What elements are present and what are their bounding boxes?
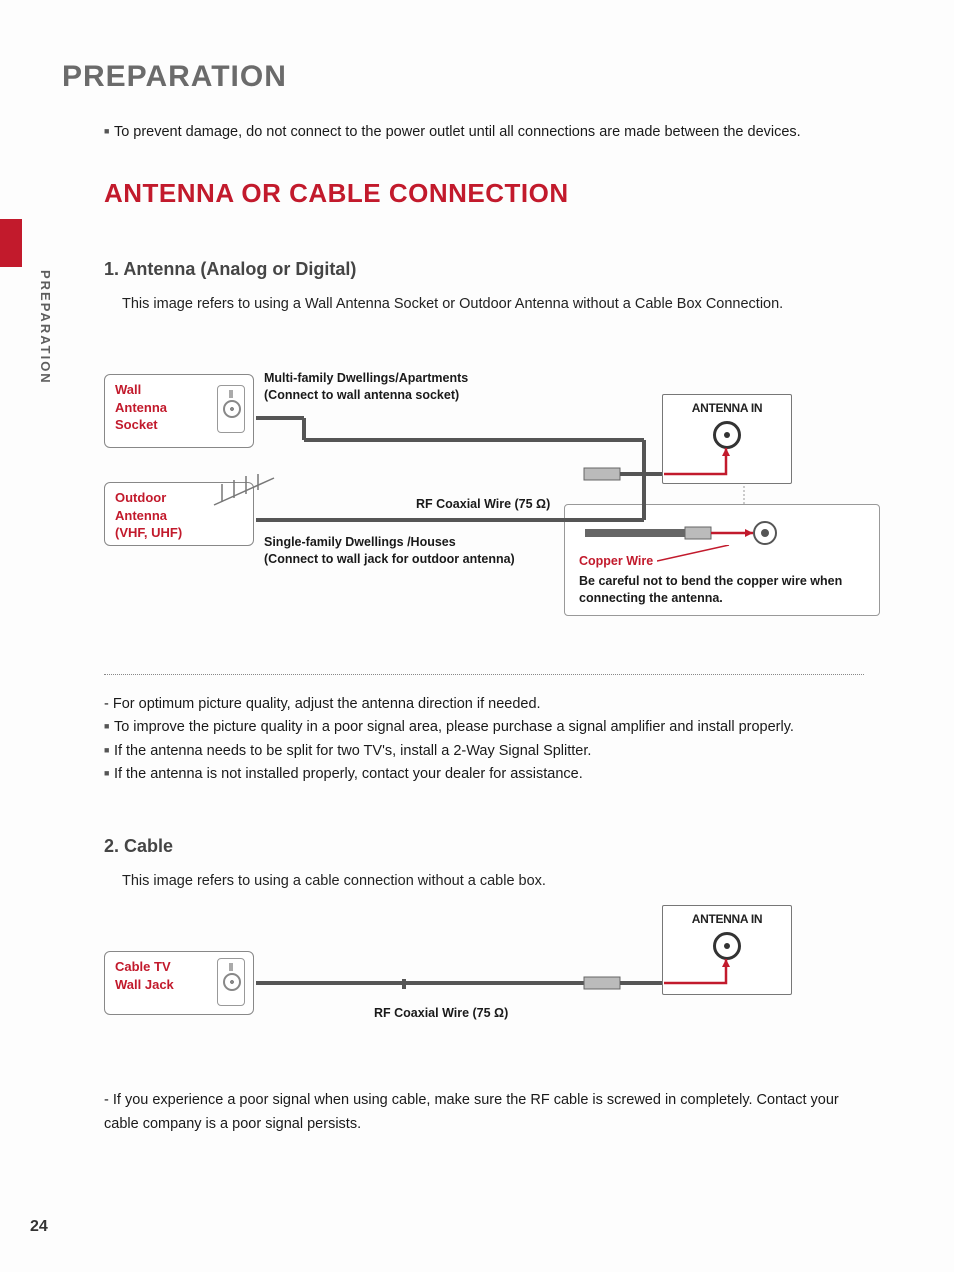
cable-socket-icon — [217, 958, 245, 1006]
section-title: ANTENNA OR CABLE CONNECTION — [104, 178, 892, 209]
antenna-in-label: ANTENNA IN — [663, 401, 791, 415]
wall-socket-icon — [217, 385, 245, 433]
copper-wire-pointer — [657, 545, 737, 565]
wall-antenna-socket-label: Wall Antenna Socket — [104, 374, 254, 448]
page-title: PREPARATION — [62, 60, 892, 94]
multi-family-label: Multi-family Dwellings/Apartments (Conne… — [264, 370, 514, 404]
antenna-note: If the antenna is not installed properly… — [104, 763, 892, 786]
antenna-heading: 1. Antenna (Analog or Digital) — [104, 259, 892, 280]
coax-port-icon-cable — [713, 932, 741, 960]
antenna-in-label-cable: ANTENNA IN — [663, 912, 791, 926]
outdoor-antenna-text: Outdoor Antenna (VHF, UHF) — [115, 490, 182, 540]
rf-coaxial-label: RF Coaxial Wire (75 Ω) — [416, 496, 550, 513]
antenna-note: If the antenna needs to be split for two… — [104, 740, 892, 763]
antenna-in-port-cable: ANTENNA IN — [662, 905, 792, 995]
cable-description: This image refers to using a cable conne… — [122, 871, 892, 891]
antenna-description: This image refers to using a Wall Antenn… — [122, 294, 892, 314]
coax-port-icon — [713, 421, 741, 449]
page-number: 24 — [30, 1218, 48, 1236]
antenna-diagram: Wall Antenna Socket Outdoor Antenna (VHF… — [104, 374, 884, 634]
side-section-label: PREPARATION — [38, 270, 53, 385]
single-family-label: Single-family Dwellings /Houses (Connect… — [264, 534, 544, 568]
damage-warning-note: To prevent damage, do not connect to the… — [104, 124, 892, 140]
antenna-in-port: ANTENNA IN — [662, 394, 792, 484]
wall-antenna-text: Wall Antenna Socket — [115, 381, 193, 434]
copper-wire-label: Copper Wire — [579, 553, 653, 570]
antenna-note: To improve the picture quality in a poor… — [104, 716, 892, 739]
rf-coaxial-label-cable: RF Coaxial Wire (75 Ω) — [374, 1005, 508, 1022]
cable-tv-text: Cable TV Wall Jack — [115, 958, 193, 993]
cable-diagram: Cable TV Wall Jack ANTENNA IN RF Coaxial… — [104, 931, 884, 1071]
copper-wire-warning: Be careful not to bend the copper wire w… — [579, 573, 867, 607]
section-indicator-tab — [0, 219, 22, 267]
antenna-notes-list: For optimum picture quality, adjust the … — [104, 693, 892, 786]
cable-note: If you experience a poor signal when usi… — [104, 1089, 864, 1135]
antenna-note: For optimum picture quality, adjust the … — [104, 693, 892, 716]
cable-tv-jack-label: Cable TV Wall Jack — [104, 951, 254, 1015]
cable-heading: 2. Cable — [104, 836, 892, 857]
cable-notes-list: If you experience a poor signal when usi… — [104, 1089, 892, 1135]
copper-wire-detail-box: Copper Wire Be careful not to bend the c… — [564, 504, 880, 616]
outdoor-antenna-icon — [204, 470, 284, 510]
section-divider — [104, 674, 864, 675]
